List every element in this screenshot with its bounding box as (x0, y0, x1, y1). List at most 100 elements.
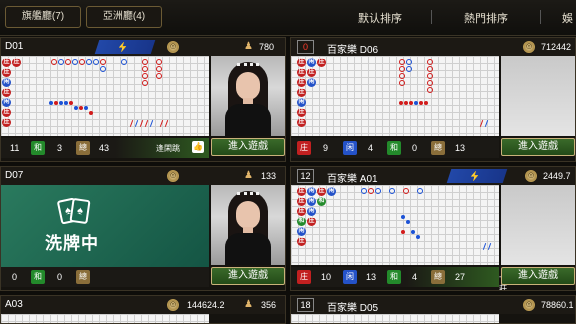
table-card-d05[interactable]: 18 百家樂 D05 ◎ 78860.1 (290, 295, 576, 324)
bead-banker: 庄 (297, 108, 306, 117)
cockroach-mark (144, 119, 149, 128)
small-road-mark (411, 230, 415, 234)
big-road-mark (403, 188, 409, 194)
sort-hot[interactable]: 熱門排序 (464, 10, 508, 26)
banker-count: 11 (10, 143, 20, 153)
table-card-a03[interactable]: A03 ◎ 144624.2 ♟ 356 (0, 295, 286, 324)
small-road-mark (399, 101, 403, 105)
bead-banker: 庄 (297, 88, 306, 97)
coin-icon: ◎ (167, 299, 179, 311)
speed-badge: ⚡ 極速 (94, 40, 156, 66)
bead-player: 闲 (307, 187, 316, 196)
road-board (1, 314, 209, 323)
card-header: 12 百家樂 A01 ⚡ 極速 ◎ 2449.7 (291, 167, 575, 195)
bead-banker: 庄 (2, 58, 11, 67)
tie-chip: 和 (31, 270, 45, 284)
tie-count: 0 (57, 272, 63, 282)
enter-game-button[interactable]: 進入遊戲 (501, 267, 575, 285)
table-name: 百家樂 A01 (327, 174, 378, 185)
banker-count: 9 (323, 143, 329, 153)
tie-chip: 和 (387, 270, 401, 284)
big-road-mark (406, 59, 412, 65)
bead-banker: 庄 (2, 108, 11, 117)
table-id: 18 (297, 298, 314, 312)
big-road-mark (156, 66, 162, 72)
divider (431, 10, 432, 24)
small-road-mark (54, 101, 58, 105)
tie-count: 3 (57, 143, 63, 153)
bead-player: 闲 (307, 207, 316, 216)
small-road-mark (419, 101, 423, 105)
bead-banker: 庄 (2, 68, 11, 77)
enter-game-button[interactable]: 進入遊戲 (501, 138, 575, 156)
big-road-mark (142, 66, 148, 72)
bead-banker: 庄 (297, 187, 306, 196)
bead-banker: 庄 (297, 207, 306, 216)
big-road-mark (427, 87, 433, 93)
big-road-mark (361, 188, 367, 194)
big-road-mark (399, 80, 405, 86)
big-road-mark (427, 80, 433, 86)
big-road-mark (375, 188, 381, 194)
enter-game-button[interactable]: 進入遊戲 (211, 267, 285, 285)
coin-icon: ◎ (167, 41, 179, 53)
small-road-mark (406, 220, 410, 224)
total-count: 13 (455, 143, 466, 153)
table-card-d07[interactable]: D07 ◎ ♟ 133 ♠ ♠ 洗牌中 0 和 0 總 進入遊戲 (0, 166, 286, 291)
dealer-video[interactable] (211, 185, 285, 265)
small-road-mark (414, 101, 418, 105)
bead-player: 闲 (297, 227, 306, 236)
sort-default[interactable]: 默认排序 (358, 10, 402, 26)
sort-more[interactable]: 娛 (562, 10, 573, 26)
thumbs-up-icon: 👍 (192, 141, 204, 153)
tab-asia-hall[interactable]: 亞洲廳(4) (86, 6, 162, 28)
dealer-video[interactable] (501, 185, 575, 265)
speed-badge: ⚡ 極速 (446, 169, 508, 195)
bead-player: 闲 (307, 78, 316, 87)
bet-total: 2449.7 (543, 171, 571, 181)
user-icon: ♟ (244, 170, 253, 181)
trend-label: 逢閑跳 (156, 144, 180, 153)
bead-tie: 和 (297, 217, 306, 226)
bead-banker: 庄 (297, 78, 306, 87)
tab-flagship-hall[interactable]: 旗艦廳(7) (5, 6, 81, 28)
big-road-mark (93, 59, 99, 65)
divider (540, 10, 541, 24)
small-road-mark (89, 111, 93, 115)
bead-banker: 庄 (297, 58, 306, 67)
total-chip: 總 (76, 141, 90, 155)
bead-player: 闲 (297, 98, 306, 107)
coin-icon: ◎ (167, 170, 179, 182)
total-count: 27 (455, 272, 466, 282)
dealer-video[interactable] (501, 56, 575, 136)
table-name: 百家樂 D06 (327, 45, 379, 56)
table-card-a01[interactable]: 12 百家樂 A01 ⚡ 極速 ◎ 2449.7 庄 庄 庄 和 闲 庄 闲 闲… (290, 166, 576, 291)
big-road-mark (399, 59, 405, 65)
card-header: 18 百家樂 D05 ◎ 78860.1 (291, 296, 575, 314)
bead-banker: 庄 (12, 58, 21, 67)
cockroach-mark (479, 119, 484, 128)
tie-chip: 和 (31, 141, 45, 155)
big-road-mark (100, 66, 106, 72)
bead-banker: 庄 (2, 88, 11, 97)
card-header: 0 百家樂 D06 ◎ 712442 (291, 38, 575, 56)
small-road-mark (416, 235, 420, 239)
table-card-d06[interactable]: 0 百家樂 D06 ◎ 712442 庄 庄 庄 庄 闲 庄 庄 闲 庄 闲 庄 (290, 37, 576, 162)
lightning-icon: ⚡ (115, 42, 130, 52)
bead-player: 闲 (2, 98, 11, 107)
dealer-video[interactable] (211, 56, 285, 136)
small-road-mark (59, 101, 63, 105)
table-id: 0 (297, 40, 314, 54)
bet-total: 78860.1 (541, 300, 574, 310)
cards-icon: ♠ ♠ (56, 197, 91, 225)
table-card-d01[interactable]: D01 ⚡ 極速 ◎ ♟ 780 庄 庄 闲 庄 闲 庄 庄 庄 (0, 37, 286, 162)
table-name: 百家樂 D05 (327, 303, 379, 314)
enter-game-button[interactable]: 進入遊戲 (211, 138, 285, 156)
big-road-mark (399, 73, 405, 79)
banker-count: 0 (12, 272, 18, 282)
bead-player: 闲 (2, 78, 11, 87)
tie-chip: 和 (387, 141, 401, 155)
big-road-mark (79, 59, 85, 65)
player-count: 4 (368, 143, 374, 153)
cockroach-mark (164, 119, 169, 128)
